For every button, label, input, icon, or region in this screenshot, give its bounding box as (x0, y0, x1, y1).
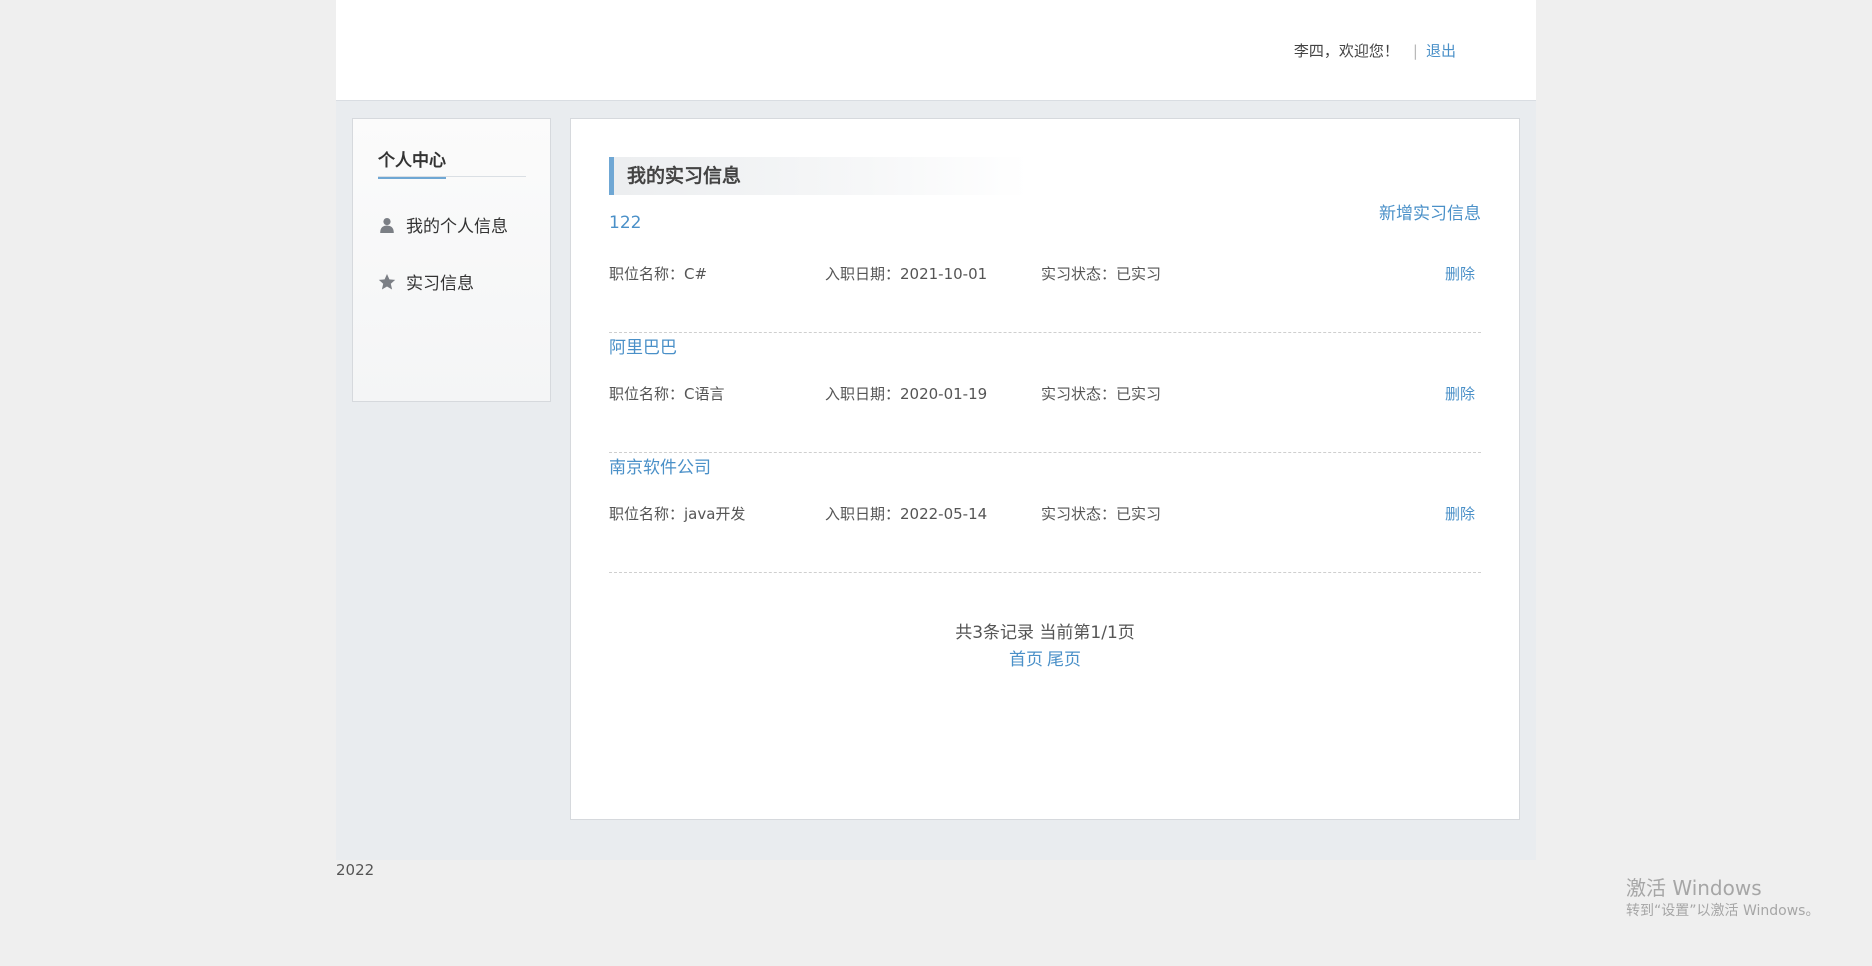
sidebar-item-label: 我的个人信息 (406, 217, 508, 237)
company-link[interactable]: 南京软件公司 (609, 453, 711, 478)
watermark-title: 激活 Windows (1626, 876, 1762, 900)
header: 李四，欢迎您！ | 退出 (336, 0, 1536, 101)
company-link[interactable]: 阿里巴巴 (609, 333, 677, 358)
delete-link[interactable]: 删除 (1445, 263, 1475, 284)
sidebar-title-text: 个人中心 (378, 146, 446, 179)
status-text: 实习状态：已实习 (1041, 385, 1162, 403)
pagination-links: 首页 尾页 (571, 645, 1519, 675)
sidebar-item-label: 实习信息 (406, 274, 474, 294)
list-item: 阿里巴巴 职位名称：C语言 入职日期：2020-01-19 实习状态：已实习 删… (609, 333, 1481, 453)
windows-activation-watermark: 激活 Windows 转到“设置”以激活 Windows。 (1626, 875, 1819, 921)
user-area: 李四，欢迎您！ | 退出 (1294, 40, 1456, 61)
position-text: 职位名称：C# (609, 265, 708, 283)
start-date-text: 入职日期：2021-10-01 (825, 265, 988, 283)
user-icon (378, 216, 396, 234)
header-separator: | (1412, 42, 1418, 60)
pagination: 共3条记录 当前第1/1页 首页 尾页 (571, 621, 1519, 675)
footer-year: 2022 (336, 861, 375, 879)
position-text: 职位名称：C语言 (609, 385, 725, 403)
logout-link[interactable]: 退出 (1426, 42, 1456, 60)
start-date-text: 入职日期：2022-05-14 (825, 505, 988, 523)
star-icon (378, 273, 396, 291)
start-date-text: 入职日期：2020-01-19 (825, 385, 988, 403)
list-item: 南京软件公司 职位名称：java开发 入职日期：2022-05-14 实习状态：… (609, 453, 1481, 573)
status-text: 实习状态：已实习 (1041, 505, 1162, 523)
main-panel: 我的实习信息 新增实习信息 122 职位名称：C# 入职日期：2021-10-0… (570, 118, 1520, 820)
pagination-info: 共3条记录 当前第1/1页 (955, 623, 1135, 643)
first-page-link[interactable]: 首页 (1009, 650, 1043, 670)
sidebar-item-internship-info[interactable]: 实习信息 (378, 269, 474, 294)
last-page-link[interactable]: 尾页 (1047, 650, 1081, 670)
welcome-text: 李四，欢迎您！ (1293, 42, 1399, 60)
watermark-subtitle: 转到“设置”以激活 Windows。 (1626, 903, 1820, 919)
list-item: 122 职位名称：C# 入职日期：2021-10-01 实习状态：已实习 删除 (609, 213, 1481, 333)
sidebar-title: 个人中心 (378, 146, 526, 179)
delete-link[interactable]: 删除 (1445, 503, 1475, 524)
sidebar: 个人中心 我的个人信息 实习信息 (352, 118, 551, 402)
company-link[interactable]: 122 (609, 213, 641, 233)
page-title: 我的实习信息 (609, 157, 1029, 195)
page: 李四，欢迎您！ | 退出 个人中心 我的个人信息 实习信息 我的实习信息 新增实… (0, 0, 1872, 966)
delete-link[interactable]: 删除 (1445, 383, 1475, 404)
position-text: 职位名称：java开发 (609, 505, 746, 523)
sidebar-item-personal-info[interactable]: 我的个人信息 (378, 212, 508, 237)
status-text: 实习状态：已实习 (1041, 265, 1162, 283)
